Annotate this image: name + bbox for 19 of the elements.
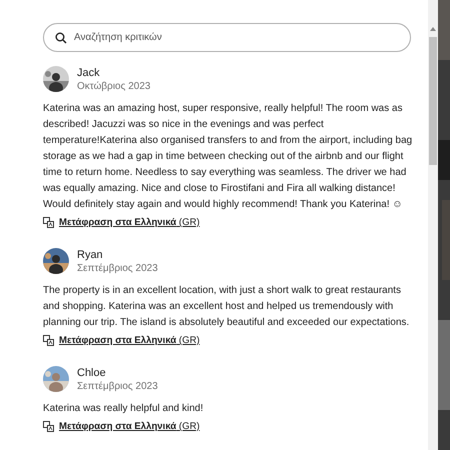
search-field[interactable]: Αναζήτηση κριτικών (43, 23, 411, 52)
reviewer-name: Chloe (77, 366, 107, 378)
search-icon (55, 32, 67, 44)
scroll-up-icon[interactable] (430, 27, 436, 31)
review-date: Σεπτέμβριος 2023 (77, 380, 158, 392)
translate-link[interactable]: Μετάφραση στα Ελληνικά (GR) (59, 335, 200, 346)
review-date: Οκτώβριος 2023 (77, 80, 150, 92)
review-text: The property is in an excellent location, with just a short walk to great restaurants and shopping. Katerina was an excellent host and helped us tremendously with planning our trip. The island is absolutely beautiful and exceeded our expectations. (43, 284, 410, 330)
reviewer-name: Jack (77, 66, 101, 78)
scrollbar-thumb[interactable] (429, 37, 437, 165)
translate-link[interactable]: Μετάφραση στα Ελληνικά (GR) (59, 421, 200, 432)
review-date: Σεπτέμβριος 2023 (77, 262, 158, 274)
translate-icon (43, 217, 54, 228)
review-text: Katerina was really helpful and kind! (43, 402, 204, 416)
review-text: Katerina was an amazing host, super responsive, really helpful! The room was as described! Jacuzzi was so nice in the evenings and was perfect temperature!Katerina also organised transfers to and from the airport, including bag storage as we had a gap in time between checking out of the airbnb and our flight time to return home. Needless to say everything was seamless. The driver we had was equally amazing. Nice and close to Firostifani and Fira all walking distance! Would definitely stay again and would highly recommend! Thank you Katerina! ☺ (43, 102, 414, 212)
translate-icon (43, 335, 54, 346)
translate-link[interactable]: Μετάφραση στα Ελληνικά (GR) (59, 217, 200, 228)
translate-icon (43, 421, 54, 432)
reviewer-name: Ryan (77, 248, 104, 260)
